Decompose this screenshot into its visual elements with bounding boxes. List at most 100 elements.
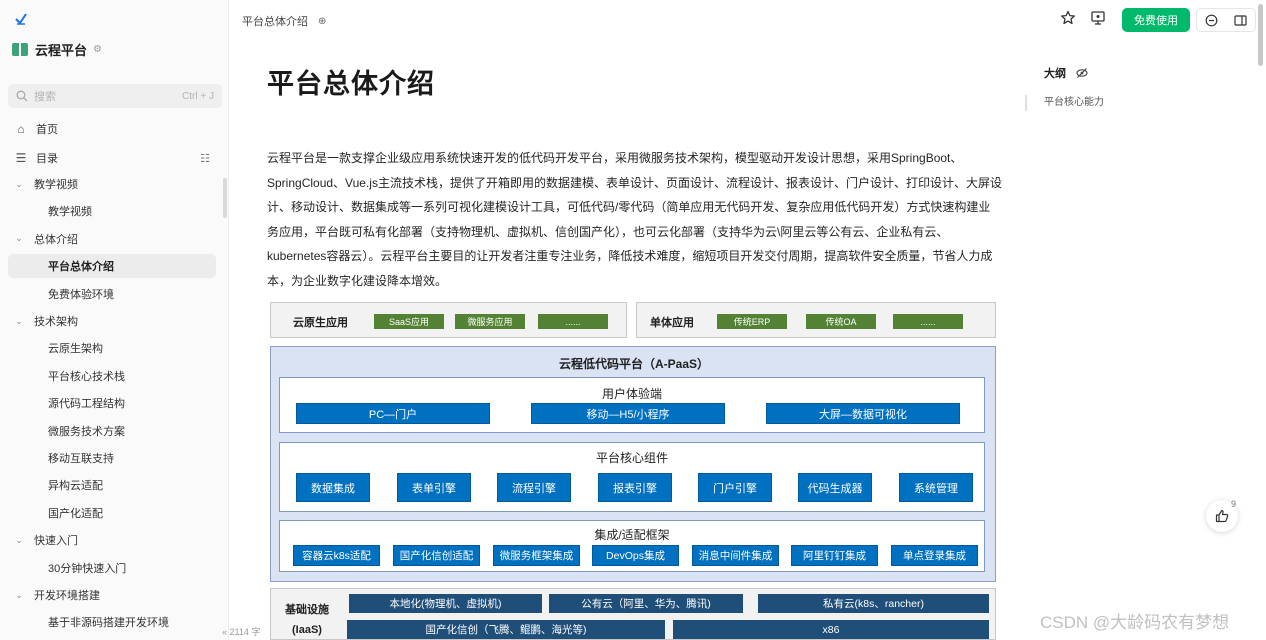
- tree-item[interactable]: 源代码工程结构: [8, 391, 216, 415]
- integration-item: 微服务框架集成: [493, 545, 580, 566]
- tree-item[interactable]: 云原生架构: [8, 336, 216, 360]
- cloud-native-item: SaaS应用: [374, 314, 444, 329]
- sidebar: 云程平台 ⚙ 搜索 Ctrl + J ⌂ 首页 ☰ 目录 ☷ ⌄ 教学视频 教学视频…: [0, 0, 260, 640]
- cloud-native-item: 微服务应用: [455, 314, 525, 329]
- tree-group[interactable]: ⌄ 教学视频: [8, 172, 216, 196]
- ux-item: PC—门户: [296, 403, 490, 424]
- core-item: 数据集成: [296, 473, 370, 502]
- search-icon: [16, 90, 28, 102]
- core-item: 表单引擎: [397, 473, 471, 502]
- paas-title: 云程低代码平台（A-PaaS）: [558, 357, 710, 371]
- app-logo-icon[interactable]: [14, 12, 28, 26]
- sidebar-scrollbar[interactable]: [223, 178, 227, 218]
- monolith-item: 传统ERP: [717, 314, 787, 329]
- tree-label: 总体介绍: [34, 233, 78, 246]
- integration-item: 单点登录集成: [891, 545, 978, 566]
- chevron-down-icon[interactable]: ⌄: [12, 233, 26, 244]
- word-count-value: 2114 字: [229, 627, 261, 637]
- tree-item[interactable]: 异构云适配: [8, 473, 216, 497]
- public-globe-icon[interactable]: ⊕: [318, 16, 326, 27]
- star-icon[interactable]: [1060, 10, 1076, 26]
- chevron-down-icon[interactable]: ⌄: [12, 179, 26, 190]
- tree-label: 技术架构: [34, 316, 78, 328]
- main-scrollbar[interactable]: [1258, 4, 1263, 66]
- iaas-item: x86: [673, 620, 989, 639]
- like-count: 9: [1231, 499, 1237, 509]
- toc-icon: ☰: [15, 151, 27, 165]
- tree-group[interactable]: ⌄ 技术架构: [8, 309, 216, 333]
- hide-eye-icon[interactable]: [1076, 67, 1088, 79]
- tree-label: 源代码工程结构: [48, 398, 125, 411]
- present-icon[interactable]: [1090, 10, 1106, 26]
- tree-item[interactable]: 平台总体介绍: [8, 254, 216, 279]
- integration-item: 消息中间件集成: [692, 545, 779, 566]
- iaas-item: 本地化(物理机、虚拟机): [349, 594, 542, 613]
- iaas-item: 国产化信创（飞腾、鲲鹏、海光等): [347, 620, 665, 639]
- breadcrumb: 平台总体介绍 ⊕: [242, 13, 326, 29]
- core-item: 系统管理: [899, 473, 973, 502]
- tree-group[interactable]: ⌄ 快速入门: [8, 528, 216, 552]
- comment-icon[interactable]: [1205, 14, 1218, 27]
- iaas-box: 基础设施 (IaaS) 本地化(物理机、虚拟机) 公有云（阿里、华为、腾讯) 私…: [270, 588, 996, 640]
- tree-label: 教学视频: [48, 206, 92, 219]
- tree-label: 教学视频: [34, 179, 78, 191]
- tree-item[interactable]: 免费体验环境: [8, 282, 216, 306]
- monolith-item: 传统OA: [806, 314, 876, 329]
- toc-collapse-icon[interactable]: ☷: [200, 152, 210, 165]
- tree-label: 基于非源码搭建开发环境: [48, 617, 169, 630]
- header-action-group: [1196, 8, 1256, 32]
- core-item: 代码生成器: [798, 473, 872, 502]
- tree-label: 快速入门: [34, 535, 78, 548]
- breadcrumb-title[interactable]: 平台总体介绍: [242, 13, 308, 29]
- tree-label: 国产化适配: [48, 507, 103, 520]
- nav-home-label: 首页: [36, 124, 58, 136]
- ux-item: 移动—H5/小程序: [531, 403, 725, 424]
- free-use-button[interactable]: 免费使用: [1122, 8, 1190, 32]
- integration-layer-title: 集成/适配框架: [594, 528, 670, 542]
- word-count: « 2114 字: [222, 627, 261, 637]
- outline-item[interactable]: 平台核心能力: [1025, 95, 1104, 111]
- tree-label: 异构云适配: [48, 480, 103, 493]
- core-layer: 平台核心组件 数据集成 表单引擎 流程引擎 报表引擎 门户引擎 代码生成器 系统…: [279, 442, 985, 512]
- core-layer-title: 平台核心组件: [595, 451, 668, 465]
- chevron-down-icon[interactable]: ⌄: [12, 590, 26, 601]
- ux-layer-title: 用户体验端: [601, 387, 662, 401]
- nav-toc[interactable]: ☰ 目录 ☷: [8, 146, 216, 170]
- tree-item[interactable]: 微服务技术方案: [8, 419, 216, 443]
- chevron-down-icon[interactable]: ⌄: [12, 316, 26, 327]
- cloud-native-box: 云原生应用 SaaS应用 微服务应用 ......: [270, 302, 627, 338]
- tree-item[interactable]: 移动互联支持: [8, 446, 216, 470]
- iaas-label-line1: 基础设施: [285, 604, 329, 616]
- tree-item[interactable]: 平台核心技术栈: [8, 364, 216, 388]
- intro-paragraph: 云程平台是一款支撑企业级应用系统快速开发的低代码开发平台，采用微服务技术架构，模…: [267, 151, 1002, 288]
- tree-label: 30分钟快速入门: [48, 562, 127, 575]
- tree-item[interactable]: 30分钟快速入门: [8, 556, 216, 580]
- workspace-header[interactable]: 云程平台 ⚙: [12, 38, 102, 60]
- tree-label: 云原生架构: [48, 343, 103, 356]
- tree-group[interactable]: ⌄ 开发环境搭建: [8, 583, 216, 607]
- integration-item: 阿里钉钉集成: [791, 545, 878, 566]
- ux-layer: 用户体验端 PC—门户 移动—H5/小程序 大屏—数据可视化: [279, 377, 985, 433]
- settings-icon[interactable]: ⚙: [93, 44, 102, 55]
- iaas-label-line2: (IaaS): [292, 624, 322, 636]
- search-placeholder: 搜索: [34, 91, 56, 103]
- iaas-item: 公有云（阿里、华为、腾讯): [549, 594, 743, 613]
- thumbs-up-icon: [1215, 509, 1229, 523]
- outline-header: 大纲: [1025, 65, 1104, 81]
- monolith-box: 单体应用 传统ERP 传统OA ......: [636, 302, 996, 338]
- tree-item[interactable]: 基于非源码搭建开发环境: [8, 610, 216, 634]
- core-item: 门户引擎: [698, 473, 772, 502]
- chevron-down-icon[interactable]: ⌄: [12, 535, 26, 546]
- iaas-item: 私有云(k8s、rancher): [758, 594, 989, 613]
- side-panel-icon[interactable]: [1234, 14, 1247, 27]
- search-input[interactable]: 搜索 Ctrl + J: [8, 84, 222, 108]
- paas-box: 云程低代码平台（A-PaaS） 用户体验端 PC—门户 移动—H5/小程序 大屏…: [270, 346, 996, 582]
- integration-item: 容器云k8s适配: [293, 545, 380, 566]
- nav-home[interactable]: ⌂ 首页: [8, 117, 216, 141]
- tree-group[interactable]: ⌄ 总体介绍: [8, 227, 216, 251]
- search-shortcut: Ctrl + J: [182, 90, 214, 102]
- integration-layer: 集成/适配框架 容器云k8s适配 国产化信创适配 微服务框架集成 DevOps集…: [279, 520, 985, 572]
- tree-item[interactable]: 国产化适配: [8, 501, 216, 525]
- book-icon: [12, 42, 28, 56]
- tree-item[interactable]: 教学视频: [8, 199, 216, 223]
